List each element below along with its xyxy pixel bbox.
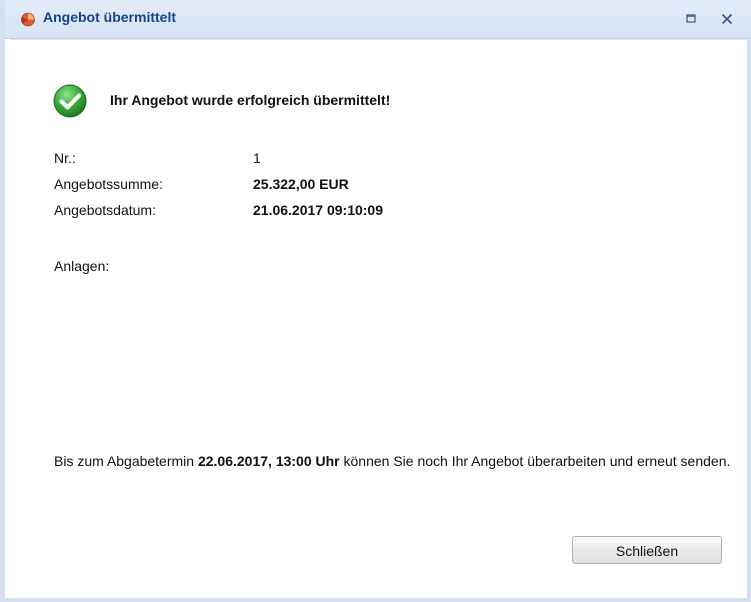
- app-logo-icon: [21, 12, 35, 27]
- attachments-label: Anlagen:: [54, 258, 110, 274]
- check-circle-icon: [53, 84, 87, 118]
- window-title: Angebot übermittelt: [43, 9, 176, 25]
- offer-number-label: Nr.:: [54, 150, 76, 166]
- offer-date-label: Angebotsdatum:: [54, 202, 156, 218]
- dialog-content: [10, 39, 751, 598]
- close-icon[interactable]: [718, 10, 736, 28]
- close-button[interactable]: Schließen: [572, 536, 722, 564]
- deadline-info-prefix: Bis zum Abgabetermin: [54, 453, 198, 469]
- offer-date-value: 21.06.2017 09:10:09: [253, 202, 383, 218]
- dialog-window: Angebot übermittelt Ihr Angebot wurde er…: [0, 0, 751, 602]
- deadline-info-suffix: können Sie noch Ihr Angebot überarbeiten…: [339, 453, 731, 469]
- success-message: Ihr Angebot wurde erfolgreich übermittel…: [110, 92, 391, 108]
- offer-sum-label: Angebotssumme:: [54, 176, 163, 192]
- deadline-date: 22.06.2017, 13:00 Uhr: [197, 453, 340, 469]
- offer-number-value: 1: [253, 150, 261, 166]
- maximize-icon[interactable]: [682, 10, 700, 28]
- title-bar[interactable]: Angebot übermittelt: [5, 0, 751, 39]
- deadline-info: Bis zum Abgabetermin 22.06.2017, 13:00 U…: [54, 451, 744, 471]
- offer-sum-value: 25.322,00 EUR: [253, 176, 349, 192]
